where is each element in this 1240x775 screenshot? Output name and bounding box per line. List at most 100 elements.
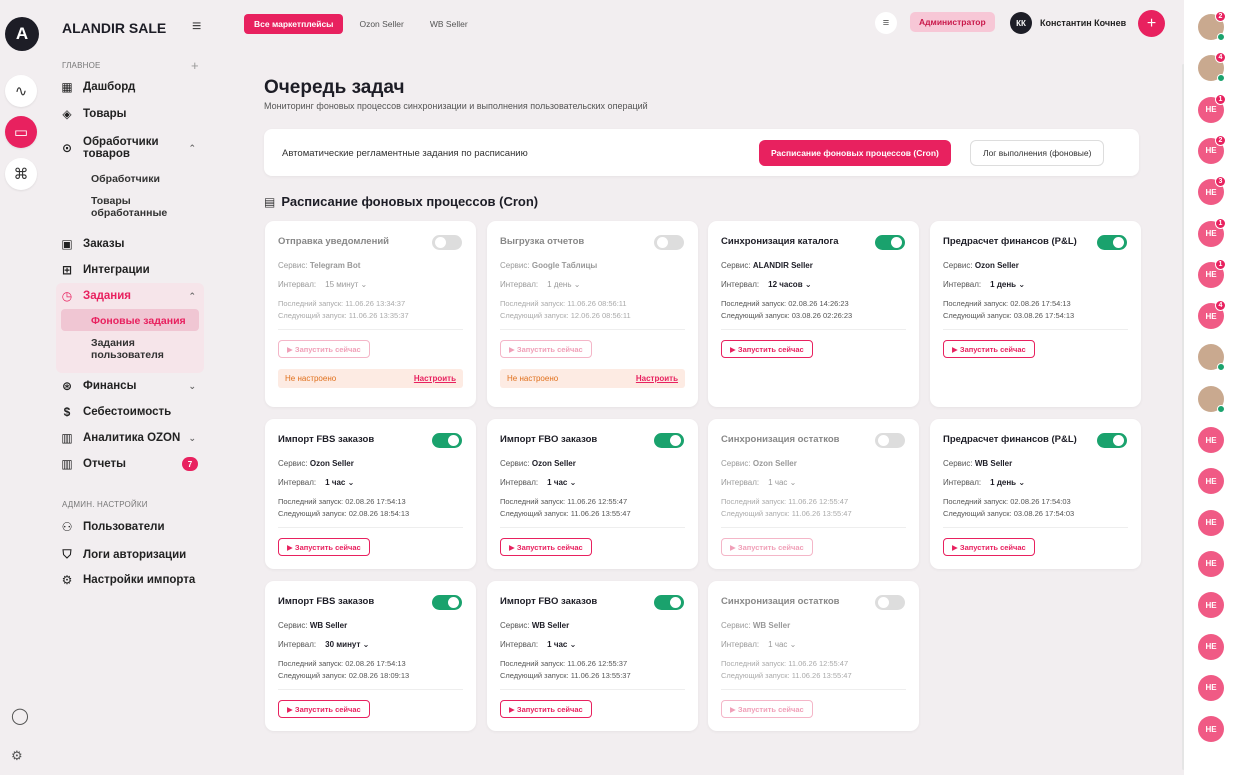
sidebar-item-tasks[interactable]: ◷ Задания ⌃ — [60, 289, 200, 303]
run-now-button[interactable]: ▶ Запустить сейчас — [721, 700, 813, 718]
sidebar-sub-background-tasks[interactable]: Фоновые задания — [91, 315, 186, 327]
command-icon[interactable]: ⌘ — [5, 158, 37, 190]
contact-avatar[interactable]: НЕ — [1198, 509, 1224, 536]
user-name[interactable]: Константин Кочнев — [1040, 18, 1126, 28]
online-indicator — [1217, 404, 1225, 413]
job-toggle[interactable] — [875, 595, 905, 610]
job-last-run: Последний запуск: 11.06.26 12:55:47 — [721, 659, 849, 668]
job-service: Сервис: WB Seller — [278, 621, 348, 630]
job-toggle[interactable] — [654, 235, 684, 250]
sidebar-item-products[interactable]: ◈ Товары — [60, 107, 200, 121]
contact-avatar[interactable]: 2 — [1198, 11, 1226, 41]
briefcase-icon[interactable]: ▭ — [5, 116, 37, 148]
play-icon: ▶ — [287, 704, 293, 714]
avatar[interactable]: КК — [1010, 12, 1032, 34]
interval-select[interactable]: 1 час ⌄ — [543, 477, 580, 488]
job-toggle[interactable] — [432, 595, 462, 610]
job-toggle[interactable] — [1097, 433, 1127, 448]
contact-avatar[interactable] — [1198, 385, 1225, 413]
job-toggle[interactable] — [875, 235, 905, 250]
contact-avatar[interactable]: НЕ — [1198, 592, 1224, 619]
job-toggle[interactable] — [654, 433, 684, 448]
job-toggle[interactable] — [432, 433, 462, 448]
contact-avatar[interactable] — [1198, 344, 1225, 372]
run-now-button[interactable]: ▶ Запустить сейчас — [500, 340, 592, 358]
contact-avatar[interactable]: НЕ 4 — [1198, 300, 1226, 330]
sidebar-item-import-settings[interactable]: ⚙ Настройки импорта — [60, 573, 200, 587]
contact-avatar[interactable]: НЕ — [1198, 674, 1224, 701]
unread-badge: 2 — [1215, 11, 1226, 22]
sidebar-sub-handlers[interactable]: Обработчики — [91, 173, 160, 185]
plus-icon[interactable]: + — [191, 58, 199, 73]
sidebar-item-label: Интеграции — [83, 264, 150, 276]
section-title: ▤ Расписание фоновых процессов (Cron) — [264, 194, 538, 209]
run-now-button[interactable]: ▶ Запустить сейчас — [943, 538, 1035, 556]
job-service: Сервис: Telegram Bot — [278, 261, 361, 270]
run-now-button[interactable]: ▶ Запустить сейчас — [278, 340, 370, 358]
add-button[interactable]: + — [1138, 10, 1165, 37]
sidebar-item-dashboard[interactable]: ▦ Дашборд — [60, 80, 200, 94]
configure-link[interactable]: Настроить — [414, 374, 456, 383]
tab-cron-schedule[interactable]: Расписание фоновых процессов (Cron) — [759, 140, 951, 166]
sidebar-item-users[interactable]: ⚇ Пользователи — [60, 520, 200, 534]
contact-avatar[interactable]: НЕ 3 — [1198, 176, 1226, 206]
contact-avatar[interactable]: НЕ 2 — [1198, 134, 1226, 164]
run-now-button[interactable]: ▶ Запустить сейчас — [500, 538, 592, 556]
sidebar-sub-processed[interactable]: Товары обработанные — [91, 195, 171, 219]
sidebar-item-analytics-ozon[interactable]: ▥ Аналитика OZON ⌄ — [60, 431, 200, 445]
contact-avatar[interactable]: НЕ — [1198, 468, 1224, 495]
interval-select[interactable]: 1 день ⌄ — [986, 279, 1029, 290]
configure-link[interactable]: Настроить — [636, 374, 678, 383]
run-now-button[interactable]: ▶ Запустить сейчас — [721, 538, 813, 556]
chip-ozon-seller[interactable]: Ozon Seller — [349, 14, 413, 34]
interval-select[interactable]: 1 день ⌄ — [986, 477, 1029, 488]
job-toggle[interactable] — [654, 595, 684, 610]
sidebar-item-reports[interactable]: ▥ Отчеты 7 — [60, 457, 200, 471]
contact-avatar[interactable]: 4 — [1198, 52, 1226, 83]
job-title: Выгрузка отчетов — [500, 236, 585, 247]
contact-avatar[interactable]: НЕ 1 — [1198, 258, 1226, 288]
activity-icon[interactable]: ∿ — [5, 75, 37, 107]
job-next-run: Следующий запуск: 03.08.26 02:26:23 — [721, 311, 853, 320]
run-now-button[interactable]: ▶ Запустить сейчас — [721, 340, 813, 358]
app-logo[interactable]: A — [5, 17, 39, 51]
contact-avatar[interactable]: НЕ — [1198, 550, 1224, 577]
job-toggle[interactable] — [432, 235, 462, 250]
tab-execution-log[interactable]: Лог выполнения (фоновые) — [970, 140, 1105, 166]
contact-avatar[interactable]: НЕ — [1198, 427, 1224, 453]
interval-select[interactable]: 30 минут ⌄ — [321, 639, 373, 650]
run-now-button[interactable]: ▶ Запустить сейчас — [943, 340, 1035, 358]
sidebar-item-handlers[interactable]: ⊙ Обработчики товаров ⌃ — [60, 136, 200, 160]
avatar-initials: НЕ — [1205, 518, 1217, 528]
contact-avatar[interactable]: НЕ 1 — [1198, 93, 1226, 123]
sidebar-sub-user-tasks[interactable]: Задания пользователя — [91, 337, 171, 361]
contact-avatar[interactable]: НЕ — [1198, 716, 1224, 743]
interval-select[interactable]: 1 час ⌄ — [543, 639, 580, 650]
job-toggle[interactable] — [1097, 235, 1127, 250]
interval-select[interactable]: 1 час ⌄ — [321, 477, 358, 488]
sidebar-item-cost[interactable]: $ Себестоимость — [60, 405, 200, 419]
run-now-button[interactable]: ▶ Запустить сейчас — [278, 700, 370, 718]
interval-select[interactable]: 1 час ⌄ — [764, 477, 800, 488]
job-toggle[interactable] — [875, 433, 905, 448]
interval-select[interactable]: 1 час ⌄ — [764, 639, 800, 650]
contact-avatar[interactable]: НЕ — [1198, 633, 1224, 660]
chat-icon[interactable]: ◯ — [11, 706, 29, 726]
sidebar-item-integrations[interactable]: ⊞ Интеграции — [60, 263, 200, 277]
run-now-button[interactable]: ▶ Запустить сейчас — [500, 700, 592, 718]
job-next-run: Следующий запуск: 11.06.26 13:35:37 — [278, 311, 409, 320]
interval-select[interactable]: 15 минут ⌄ — [321, 279, 371, 290]
sidebar-item-finance[interactable]: ⊛ Финансы ⌄ — [60, 379, 200, 393]
hamburger-icon[interactable]: ≡ — [192, 18, 201, 36]
menu-icon[interactable]: ≡ — [875, 12, 897, 34]
gear-icon[interactable]: ⚙ — [11, 748, 23, 764]
run-now-button[interactable]: ▶ Запустить сейчас — [278, 538, 370, 556]
chip-wb-seller[interactable]: WB Seller — [420, 14, 478, 34]
interval-select[interactable]: 1 день ⌄ — [543, 279, 584, 290]
sidebar-item-orders[interactable]: ▣ Заказы — [60, 237, 200, 251]
sidebar-item-auth-logs[interactable]: ⛉ Логи авторизации — [60, 547, 200, 562]
contact-avatar[interactable]: НЕ 1 — [1198, 217, 1226, 247]
chip-all-marketplaces[interactable]: Все маркетплейсы — [244, 14, 344, 34]
interval-select[interactable]: 12 часов ⌄ — [764, 279, 815, 290]
clock-icon: ◷ — [61, 289, 73, 303]
